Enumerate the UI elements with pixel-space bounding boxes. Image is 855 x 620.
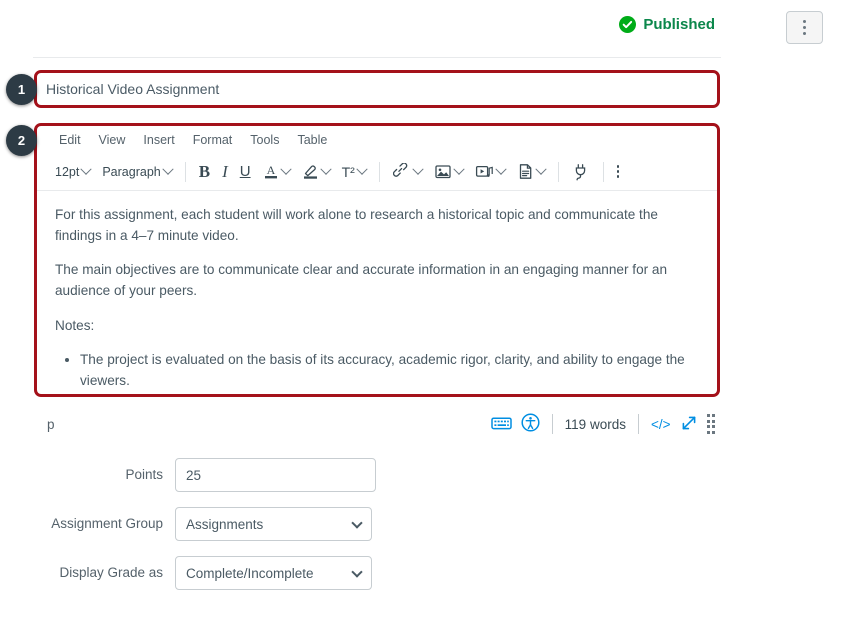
assignment-group-row: Assignment Group Assignments xyxy=(0,507,855,541)
chevron-down-icon xyxy=(320,163,331,174)
superscript-icon: T² xyxy=(342,164,355,180)
kebab-dot-icon xyxy=(803,32,806,35)
menu-view[interactable]: View xyxy=(90,130,135,150)
superscript-button[interactable]: T² xyxy=(336,160,372,184)
font-size-dropdown[interactable]: 12pt xyxy=(49,161,96,183)
chevron-down-icon xyxy=(495,163,506,174)
more-options-button[interactable] xyxy=(786,11,823,44)
points-row: Points xyxy=(0,458,855,492)
toolbar-overflow-button[interactable] xyxy=(611,161,626,182)
points-label: Points xyxy=(0,458,175,482)
publish-status-label: Published xyxy=(643,16,715,33)
display-grade-as-select-wrap: Complete/Incomplete xyxy=(175,556,372,590)
menu-insert[interactable]: Insert xyxy=(134,130,183,150)
keyboard-icon xyxy=(491,415,512,431)
italic-button[interactable]: I xyxy=(216,158,234,186)
status-separator xyxy=(552,414,553,434)
chevron-down-icon xyxy=(81,163,92,174)
display-grade-as-row: Display Grade as Complete/Incomplete xyxy=(0,556,855,590)
assignment-settings-form: Points Assignment Group Assignments Disp… xyxy=(0,458,855,605)
media-icon xyxy=(475,163,494,180)
font-size-label: 12pt xyxy=(55,165,79,179)
display-grade-as-label: Display Grade as xyxy=(0,556,175,580)
document-button[interactable] xyxy=(511,159,551,184)
assignment-name-input[interactable] xyxy=(38,74,716,104)
toolbar-separator xyxy=(185,162,186,182)
menu-format[interactable]: Format xyxy=(184,130,242,150)
check-circle-icon xyxy=(619,16,636,33)
fullscreen-button[interactable] xyxy=(680,414,698,435)
editor-status-bar: p xyxy=(37,408,717,440)
bold-icon: B xyxy=(199,162,210,182)
apps-button[interactable] xyxy=(566,159,596,185)
html-editor-button[interactable]: </> xyxy=(651,417,671,432)
underline-icon: U xyxy=(240,163,251,180)
annotation-badge-2: 2 xyxy=(6,125,37,156)
points-input[interactable] xyxy=(175,458,376,492)
image-button[interactable] xyxy=(428,159,469,184)
chevron-down-icon xyxy=(535,163,546,174)
assignment-group-select[interactable]: Assignments xyxy=(175,507,372,541)
bold-button[interactable]: B xyxy=(193,158,216,186)
status-bar-tools: 119 words </> xyxy=(491,413,717,435)
editor-toolbar: 12pt Paragraph B I U A xyxy=(37,153,717,191)
editor-paragraph: For this assignment, each student will w… xyxy=(55,205,697,246)
list-item: The project is evaluated on the basis of… xyxy=(80,350,697,391)
chevron-down-icon xyxy=(412,163,423,174)
image-icon xyxy=(434,163,452,180)
rich-content-editor[interactable]: Edit View Insert Format Tools Table 12pt… xyxy=(37,126,717,394)
toolbar-separator xyxy=(603,162,604,182)
editor-paragraph: Notes: xyxy=(55,316,697,337)
italic-icon: I xyxy=(222,162,228,182)
menu-tools[interactable]: Tools xyxy=(241,130,288,150)
assignment-group-select-wrap: Assignments xyxy=(175,507,372,541)
media-button[interactable] xyxy=(469,159,511,184)
resize-handle[interactable] xyxy=(707,414,716,434)
element-path-label: p xyxy=(37,417,55,432)
block-format-label: Paragraph xyxy=(102,165,160,179)
word-count-label: 119 words xyxy=(565,417,626,432)
annotation-badge-1: 1 xyxy=(6,74,37,105)
editor-paragraph: The main objectives are to communicate c… xyxy=(55,260,697,301)
link-button[interactable] xyxy=(387,159,428,184)
chevron-down-icon xyxy=(162,163,173,174)
expand-arrow-icon xyxy=(680,414,698,432)
kebab-dot-icon xyxy=(803,20,806,23)
toolbar-separator xyxy=(379,162,380,182)
chevron-down-icon xyxy=(356,163,367,174)
publish-status-badge: Published xyxy=(619,16,715,33)
underline-button[interactable]: U xyxy=(234,159,257,184)
keyboard-shortcuts-button[interactable] xyxy=(491,415,512,434)
highlighter-icon xyxy=(302,163,319,180)
plug-icon xyxy=(572,163,590,181)
assignment-group-label: Assignment Group xyxy=(0,507,175,531)
status-separator xyxy=(638,414,639,434)
accessibility-icon xyxy=(521,413,540,432)
chevron-down-icon xyxy=(280,163,291,174)
header-divider xyxy=(33,57,721,58)
highlight-color-button[interactable] xyxy=(296,159,336,184)
kebab-icon xyxy=(617,165,620,178)
accessibility-checker-button[interactable] xyxy=(521,413,540,435)
menu-table[interactable]: Table xyxy=(288,130,336,150)
text-color-icon: A xyxy=(263,163,279,180)
svg-text:A: A xyxy=(266,163,275,177)
chevron-down-icon xyxy=(453,163,464,174)
block-format-dropdown[interactable]: Paragraph xyxy=(96,161,177,183)
editor-menubar: Edit View Insert Format Tools Table xyxy=(37,126,717,153)
link-icon xyxy=(393,163,411,180)
editor-content-area[interactable]: For this assignment, each student will w… xyxy=(37,191,717,394)
display-grade-as-select[interactable]: Complete/Incomplete xyxy=(175,556,372,590)
text-color-button[interactable]: A xyxy=(257,159,296,184)
toolbar-separator xyxy=(558,162,559,182)
menu-edit[interactable]: Edit xyxy=(50,130,90,150)
kebab-dot-icon xyxy=(803,26,806,29)
editor-bullet-list: The project is evaluated on the basis of… xyxy=(55,350,697,391)
document-icon xyxy=(517,163,534,180)
page-header: Published xyxy=(0,0,855,54)
